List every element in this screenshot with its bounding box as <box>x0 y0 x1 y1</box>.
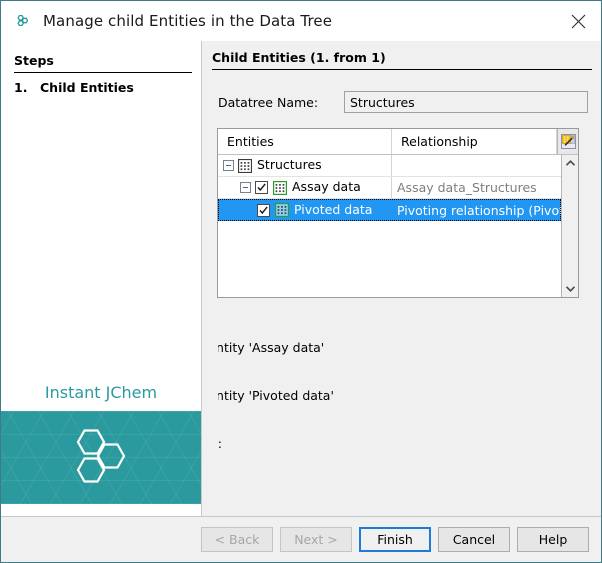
message-line: Removing entity 'Pivoted data' <box>218 388 597 404</box>
table-row[interactable]: Assay data Assay data_Structures <box>218 177 561 199</box>
hexagon-molecule-logo <box>64 423 138 492</box>
relationship-cell[interactable] <box>392 155 561 176</box>
steps-divider <box>14 72 192 73</box>
content-panel: Child Entities (1. from 1) Datatree Name… <box>201 41 601 516</box>
grid-table-icon-green <box>275 203 289 217</box>
operation-message-area: Removing entity 'Assay data' Removing en… <box>218 308 598 483</box>
chevron-down-icon[interactable] <box>562 280 578 297</box>
finish-button-label: Finish <box>377 532 413 547</box>
operation-message-text: Removing entity 'Assay data' Removing en… <box>218 308 597 483</box>
entity-label: Pivoted data <box>294 204 372 217</box>
table-vertical-scrollbar[interactable] <box>561 155 578 297</box>
entity-checkbox[interactable] <box>255 181 268 194</box>
back-button: < Back <box>201 527 273 552</box>
steps-heading: Steps <box>14 53 54 68</box>
datatree-name-label: Datatree Name: <box>218 95 344 110</box>
table-row[interactable]: Pivoted data Pivoting relationship (Pivo… <box>218 199 561 221</box>
table-header-row: Entities Relationship <box>218 129 578 155</box>
chevron-up-icon[interactable] <box>562 155 578 172</box>
help-button-label: Help <box>539 532 568 547</box>
help-button[interactable]: Help <box>517 527 589 552</box>
steps-panel: Steps 1.Child Entities Instant JChem <box>1 41 201 516</box>
table-body: Structures <box>218 155 561 297</box>
message-line: Removing entity 'Assay data' <box>218 340 597 356</box>
entity-cell[interactable]: Assay data <box>218 177 392 198</box>
grid-table-icon-dark <box>238 159 252 173</box>
datatree-name-input[interactable] <box>344 91 588 113</box>
entity-cell[interactable]: Pivoted data <box>218 199 392 221</box>
cancel-button[interactable]: Cancel <box>438 527 510 552</box>
next-button-label: Next > <box>294 532 338 547</box>
column-header-relationship[interactable]: Relationship <box>392 129 557 154</box>
entity-checkbox[interactable] <box>257 204 270 217</box>
column-chooser-wand-icon[interactable] <box>557 129 578 154</box>
message-line: Joined fields: <box>218 436 597 452</box>
relationship-cell[interactable]: Assay data_Structures <box>392 177 561 198</box>
dialog-window: Manage child Entities in the Data Tree S… <box>0 0 602 563</box>
step-item-child-entities[interactable]: 1.Child Entities <box>14 80 134 95</box>
back-button-label: < Back <box>215 532 260 547</box>
cancel-button-label: Cancel <box>453 532 495 547</box>
finish-button[interactable]: Finish <box>359 527 431 552</box>
entity-cell[interactable]: Structures <box>218 155 392 176</box>
step-number: 1. <box>14 80 40 95</box>
datatree-name-row: Datatree Name: <box>218 91 588 113</box>
step-label: Child Entities <box>40 80 134 95</box>
page-title: Child Entities (1. from 1) <box>212 50 386 65</box>
relationship-cell[interactable]: Pivoting relationship (Pivot... <box>392 199 561 221</box>
window-title: Manage child Entities in the Data Tree <box>43 12 563 30</box>
entity-label: Assay data <box>292 181 361 194</box>
table-row[interactable]: Structures <box>218 155 561 177</box>
dialog-body: Steps 1.Child Entities Instant JChem <box>1 41 601 516</box>
expander-toggle[interactable] <box>223 160 234 171</box>
brand-name: Instant JChem <box>1 383 201 402</box>
entity-label: Structures <box>257 159 322 172</box>
next-button: Next > <box>280 527 352 552</box>
page-title-divider <box>212 69 592 70</box>
title-bar: Manage child Entities in the Data Tree <box>1 1 601 41</box>
grid-table-icon-green <box>273 181 287 195</box>
button-bar: < Back Next > Finish Cancel Help <box>1 516 601 562</box>
column-header-entities[interactable]: Entities <box>218 129 392 154</box>
brand-panel <box>1 411 201 504</box>
expander-toggle[interactable] <box>240 182 251 193</box>
close-icon[interactable] <box>563 6 593 36</box>
molecule-hexagon-icon <box>13 11 33 31</box>
child-entities-table: Entities Relationship <box>217 128 579 298</box>
table-body-wrapper: Structures <box>218 155 578 297</box>
